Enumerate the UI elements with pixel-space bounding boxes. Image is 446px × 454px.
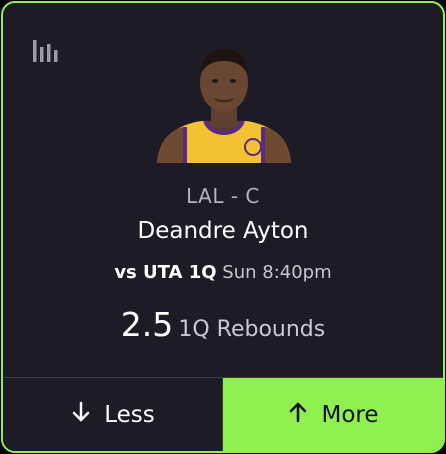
- player-avatar: [149, 41, 299, 163]
- pick-buttons: Less More: [3, 377, 443, 451]
- projection-line: 2.5 1Q Rebounds: [3, 305, 443, 344]
- team-position: LAL - C: [186, 184, 260, 208]
- player-name: Deandre Ayton: [137, 218, 309, 244]
- more-button-label: More: [321, 402, 379, 428]
- player-prop-card: LAL - C Deandre Ayton vs UTA 1Q Sun 8:40…: [1, 1, 445, 453]
- matchup-info: vs UTA 1Q Sun 8:40pm: [3, 262, 443, 283]
- arrow-down-icon: [70, 401, 104, 429]
- projection-stat: 1Q Rebounds: [178, 317, 326, 342]
- game-time: Sun 8:40pm: [222, 262, 332, 283]
- less-button-label: Less: [104, 402, 155, 428]
- projection-value: 2.5: [120, 305, 174, 344]
- less-button[interactable]: Less: [3, 378, 223, 451]
- bar-chart-icon[interactable]: [32, 38, 60, 64]
- arrow-up-icon: [287, 401, 321, 429]
- opponent-label: vs UTA 1Q: [114, 262, 217, 283]
- more-button[interactable]: More: [223, 378, 443, 451]
